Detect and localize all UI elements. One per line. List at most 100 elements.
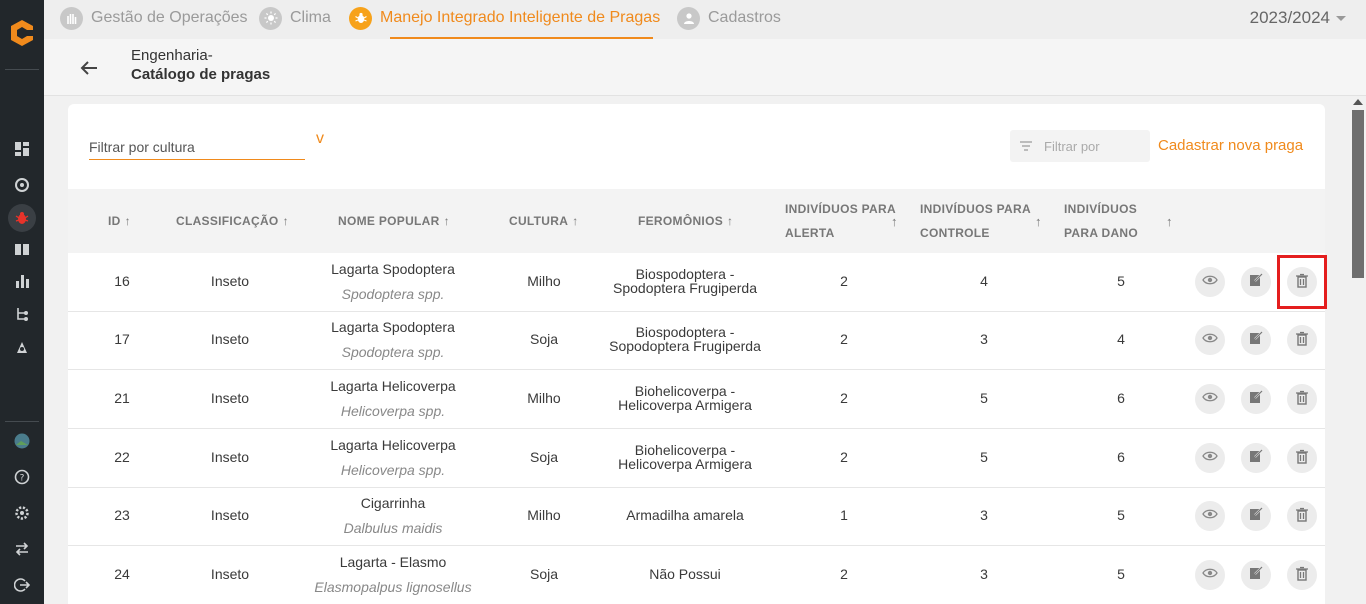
cell-culture: Milho [527,390,561,406]
cell-pheromone: Não Possui [649,566,721,582]
table-row[interactable]: 17 Inseto Lagarta Spodoptera Spodoptera spp… [68,311,1325,370]
cell-popular-name: Lagarta Helicoverpa [330,437,456,453]
table-row[interactable]: 21 Inseto Lagarta Helicoverpa Helicoverpa s… [68,370,1325,429]
view-button[interactable] [1195,501,1225,531]
col-header-alert-line1: INDIVÍDUOS PARA [785,202,896,216]
table-row[interactable]: 16 Inseto Lagarta Spodoptera Spodoptera spp… [68,253,1327,312]
scrollbar-thumb[interactable] [1352,110,1364,278]
trap-icon[interactable] [12,337,32,357]
col-header-alert[interactable]: INDIVÍDUOS PARA ALERTA [785,197,896,245]
cell-id: 22 [114,449,130,465]
col-header-popular-name: NOME POPULAR [338,214,440,228]
col-header-culture: CULTURA [509,214,569,228]
bar-chart-icon[interactable] [12,271,32,291]
cell-popular-name: Lagarta Spodoptera [331,261,455,277]
bug-icon[interactable] [8,204,36,232]
trash-icon [1294,330,1310,351]
sort-arrow-icon[interactable]: ↑ [1166,214,1173,229]
sort-id[interactable]: ID ↑ [108,214,131,228]
cell-damage: 5 [1117,566,1125,582]
cell-damage: 4 [1117,331,1125,347]
table-row[interactable]: 23 Inseto Cigarrinha Dalbulus maidis Milho Ar… [68,487,1325,546]
edit-button[interactable] [1241,325,1271,355]
edit-button[interactable] [1241,267,1271,297]
col-header-damage[interactable]: INDIVÍDUOS PARA DANO [1064,197,1138,245]
crop-filter-placeholder: Filtrar por cultura [89,139,195,155]
col-header-control[interactable]: INDIVÍDUOS PARA CONTROLE [920,197,1031,245]
eye-icon [1202,389,1218,410]
edit-button[interactable] [1241,560,1271,590]
cell-scientific-name: Elasmopalpus lignosellus [314,579,472,595]
arrow-left-icon [80,61,97,75]
cell-alert: 2 [840,566,848,582]
cell-culture: Milho [527,273,561,289]
cell-alert: 2 [840,449,848,465]
cell-pheromone: Armadilha amarela [626,507,744,523]
table-row[interactable]: 24 Inseto Lagarta - Elasmo Elasmopalpus lig… [68,546,1325,604]
edit-button[interactable] [1241,501,1271,531]
table-row[interactable]: 22 Inseto Lagarta Helicoverpa Helicoverpa s… [68,429,1325,488]
tab-manejo-pragas[interactable]: Manejo Integrado Inteligente de Pragas [349,6,660,30]
delete-button[interactable] [1287,501,1317,531]
tab-label: Gestão de Operações [91,9,248,26]
delete-button[interactable] [1287,560,1317,590]
page-title: Catálogo de pragas [131,66,271,83]
view-button[interactable] [1195,267,1225,297]
view-button[interactable] [1195,325,1225,355]
scroll-up-arrow-icon[interactable] [1353,99,1363,105]
cell-popular-name: Cigarrinha [360,495,426,511]
swap-icon[interactable] [12,539,32,559]
chevron-down-icon[interactable]: v [316,130,324,148]
delete-button[interactable] [1287,443,1317,473]
sort-arrow-icon[interactable]: ↑ [891,214,898,229]
tab-clima[interactable]: Clima [259,6,331,30]
cell-damage: 6 [1117,449,1125,465]
eye-icon [1202,330,1218,351]
dashboard-icon[interactable] [12,139,32,159]
cell-pheromone-line2: Sopodoptera Frugiperda [609,338,761,354]
book-icon[interactable] [12,239,32,259]
tree-structure-icon[interactable] [12,304,32,324]
search-input[interactable]: Filtrar por [1010,130,1150,162]
help-icon[interactable]: ? [12,467,32,487]
view-button[interactable] [1195,443,1225,473]
cell-scientific-name: Spodoptera spp. [341,344,445,360]
eye-icon [1202,272,1218,293]
view-button[interactable] [1195,560,1225,590]
sort-culture[interactable]: CULTURA ↑ [509,214,579,228]
sort-arrow-icon[interactable]: ↑ [1035,214,1042,229]
view-button[interactable] [1195,384,1225,414]
cell-id: 16 [114,273,130,289]
sort-arrow-icon: ↑ [727,214,734,228]
season-selector[interactable]: 2023/2024 [1250,8,1346,28]
cell-alert: 1 [840,507,848,523]
tab-cadastros[interactable]: Cadastros [677,6,781,30]
add-pest-button[interactable]: Cadastrar nova praga [1158,137,1303,154]
table-header: ID ↑ CLASSIFICAÇÃO ↑ NOME POPULAR ↑ CULTURA… [68,189,1325,253]
sort-arrow-icon: ↑ [282,214,289,228]
avatar[interactable] [12,431,32,451]
edit-button[interactable] [1241,443,1271,473]
delete-button[interactable] [1287,325,1317,355]
cell-culture: Soja [529,331,559,347]
delete-button[interactable] [1287,384,1317,414]
brand-logo[interactable] [6,17,38,49]
eye-icon [1202,565,1218,586]
user-icon [677,6,700,30]
sort-pheromones[interactable]: FEROMÔNIOS ↑ [638,214,733,228]
gear-icon[interactable] [12,503,32,523]
back-button[interactable] [78,57,100,79]
radar-icon[interactable] [12,175,32,195]
crop-filter-select[interactable]: Filtrar por cultura [89,134,305,160]
cell-classification: Inseto [210,507,250,523]
sort-classification[interactable]: CLASSIFICAÇÃO ↑ [176,214,289,228]
logout-icon[interactable] [12,575,32,595]
page-header: Engenharia- Catálogo de pragas [44,39,1366,96]
edit-button[interactable] [1241,384,1271,414]
sort-popular-name[interactable]: NOME POPULAR ↑ [338,214,450,228]
tab-gestao-operacoes[interactable]: Gestão de Operações [60,6,248,30]
cell-classification: Inseto [210,390,250,406]
cell-classification: Inseto [210,566,250,582]
breadcrumb-parent[interactable]: Engenharia- [131,47,213,64]
bug-icon [349,6,372,30]
